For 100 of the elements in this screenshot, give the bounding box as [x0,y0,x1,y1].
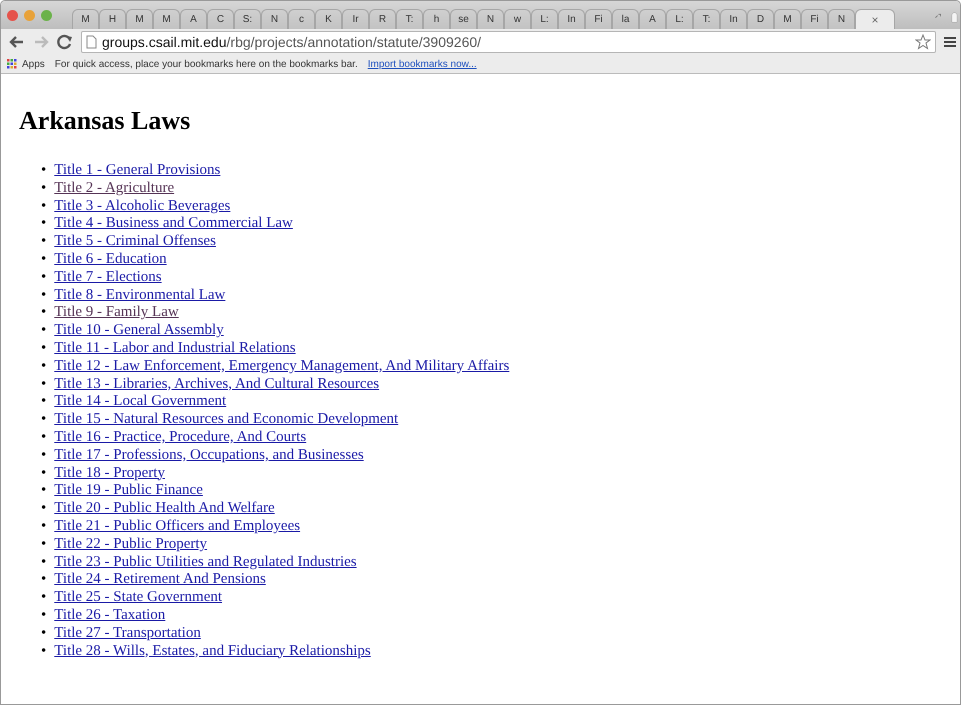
list-bullet: • [41,589,46,607]
list-bullet: • [41,286,46,304]
list-bullet: • [41,624,46,643]
browser-tab[interactable]: M [153,9,180,29]
browser-tab[interactable]: se [450,9,477,29]
title-link[interactable]: Title 27 - Transportation [54,624,201,643]
title-link[interactable]: Title 19 - Public Finance [54,482,203,500]
list-bullet: • [41,268,46,287]
list-bullet: • [41,376,46,394]
title-link[interactable]: Title 20 - Public Health And Welfare [54,500,275,518]
title-link[interactable]: Title 18 - Property [54,464,165,482]
list-bullet: • [41,215,46,234]
browser-tab[interactable]: A [639,9,666,29]
list-bullet: • [41,500,46,518]
bookmarks-hint: For quick access, place your bookmarks here on the bookmarks bar. [54,58,358,70]
reload-icon[interactable] [57,34,73,50]
address-bar[interactable]: groups.csail.mit.edu/rbg/projects/annotation/statute/3909260/ [81,31,936,53]
star-icon[interactable] [915,34,931,50]
menu-icon[interactable] [944,36,956,48]
title-link[interactable]: Title 5 - Criminal Offenses [54,233,216,251]
browser-tab[interactable]: In [720,9,747,29]
title-link[interactable]: Title 10 - General Assembly [54,322,224,340]
zoom-light[interactable] [41,10,52,20]
page-icon [86,35,97,49]
browser-tab[interactable]: R [369,9,396,29]
browser-tab[interactable]: L: [531,9,558,29]
title-link[interactable]: Title 25 - State Government [54,589,222,607]
list-bullet: • [41,358,46,376]
list-bullet: • [41,518,46,536]
list-bullet: • [41,428,46,447]
browser-tab[interactable]: N [477,9,504,29]
restore-icon[interactable] [935,11,942,21]
list-bullet: • [41,446,46,465]
list-bullet: • [41,322,46,340]
title-link[interactable]: Title 16 - Practice, Procedure, And Courts [54,428,306,447]
browser-tab[interactable]: M [72,9,99,29]
list-bullet: • [41,233,46,251]
title-link[interactable]: Title 7 - Elections [54,268,162,287]
title-link[interactable]: Title 8 - Environmental Law [54,286,226,304]
browser-tab[interactable]: la [612,9,639,29]
title-link[interactable]: Title 1 - General Provisions [54,162,220,180]
apps-shortcut[interactable]: Apps [7,58,45,70]
title-link[interactable]: Title 9 - Family Law [54,304,179,322]
browser-tab[interactable]: M [126,9,153,29]
title-link[interactable]: Title 21 - Public Officers and Employees [54,518,300,536]
list-bullet: • [41,536,46,554]
browser-tab[interactable]: h [423,9,450,29]
list-bullet: • [41,642,46,660]
title-link[interactable]: Title 24 - Retirement And Pensions [54,571,266,590]
title-link[interactable]: Title 11 - Labor and Industrial Relations [54,340,296,358]
browser-tab[interactable]: K [315,9,342,29]
list-bullet: • [41,304,46,322]
title-link[interactable]: Title 4 - Business and Commercial Law [54,215,293,234]
browser-tab[interactable]: T: [396,9,423,29]
page-heading: Arkansas Laws [19,106,192,136]
browser-tab[interactable]: N [261,9,288,29]
list-bullet: • [41,393,46,412]
browser-tab[interactable]: D [747,9,774,29]
browser-tab[interactable]: H [99,9,126,29]
title-link[interactable]: Title 15 - Natural Resources and Economic Development [54,411,398,429]
list-bullet: • [41,340,46,358]
title-link[interactable]: Title 14 - Local Government [54,393,226,412]
list-bullet: • [41,162,46,180]
title-link[interactable]: Title 17 - Professions, Occupations, and Businesses [54,446,364,465]
title-link[interactable]: Title 2 - Agriculture [54,180,174,198]
forward-icon[interactable] [33,34,49,50]
apps-grid-icon [7,59,17,69]
title-link[interactable]: Title 12 - Law Enforcement, Emergency Management, And Military Affairs [54,358,510,376]
title-link[interactable]: Title 6 - Education [54,250,167,269]
browser-tab[interactable]: Fi [801,9,828,29]
title-link[interactable]: Title 3 - Alcoholic Beverages [54,198,230,216]
browser-tab[interactable]: L: [666,9,693,29]
import-bookmarks-link[interactable]: Import bookmarks now... [368,58,477,70]
title-link[interactable]: Title 28 - Wills, Estates, and Fiduciary Relationships [54,642,371,660]
title-link[interactable]: Title 22 - Public Property [54,536,208,554]
browser-tab[interactable]: C [207,9,234,29]
browser-tab[interactable]: T: [693,9,720,29]
title-link[interactable]: Title 26 - Taxation [54,606,166,625]
list-bullet: • [41,482,46,500]
url-text: groups.csail.mit.edu/rbg/projects/annotation/statute/3909260/ [102,34,482,50]
browser-tab[interactable]: Fi [585,9,612,29]
browser-tab[interactable]: × [855,9,895,29]
list-bullet: • [41,180,46,198]
back-icon[interactable] [9,34,25,50]
list-bullet: • [41,554,46,572]
browser-tab[interactable]: w [504,9,531,29]
browser-tab[interactable]: M [774,9,801,29]
title-link[interactable]: Title 23 - Public Utilities and Regulated Industries [54,554,357,572]
browser-tab[interactable]: c [288,9,315,29]
browser-tab[interactable]: A [180,9,207,29]
list-bullet: • [41,198,46,216]
close-light[interactable] [7,10,18,20]
list-bullet: • [41,411,46,429]
browser-tab[interactable]: In [558,9,585,29]
list-bullet: • [41,606,46,625]
browser-tab[interactable]: N [828,9,855,29]
browser-tab[interactable]: Ir [342,9,369,29]
browser-tab[interactable]: S: [234,9,261,29]
title-link[interactable]: Title 13 - Libraries, Archives, And Cultural Resources [54,376,380,394]
list-bullet: • [41,464,46,482]
